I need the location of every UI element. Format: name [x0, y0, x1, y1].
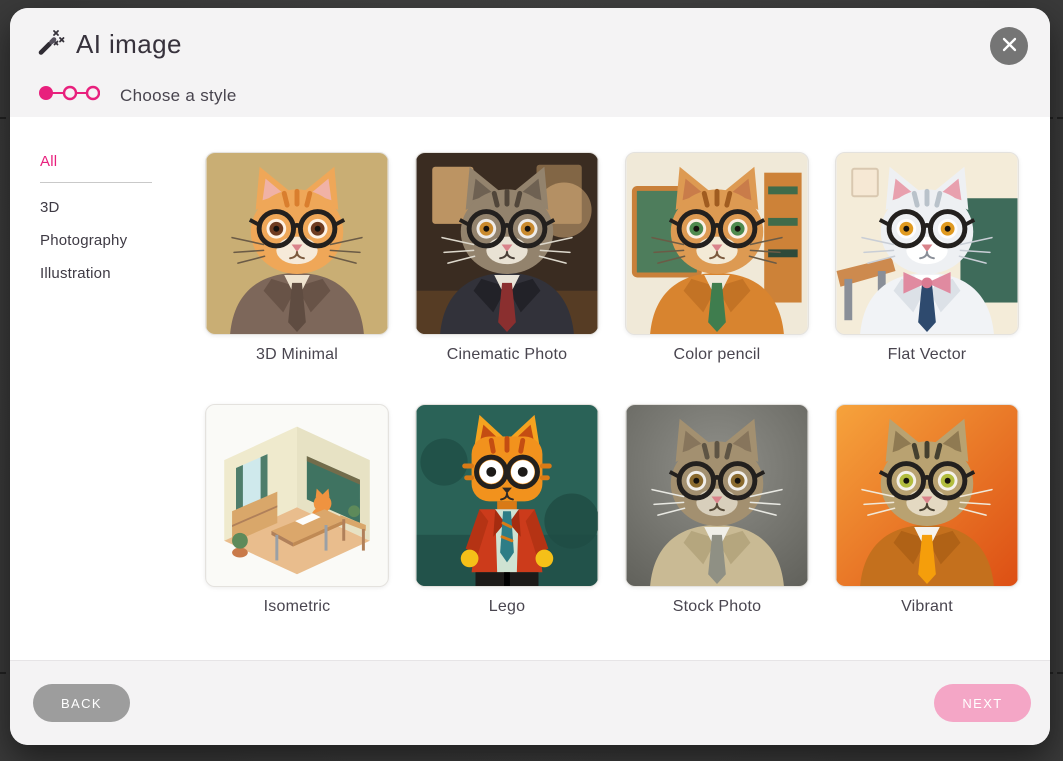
modal-footer: BACK NEXT — [10, 660, 1050, 745]
sidebar-divider — [40, 182, 152, 183]
style-label: Stock Photo — [625, 598, 809, 616]
style-label: Color pencil — [625, 346, 809, 364]
style-category-sidebar: All 3D Photography Illustration — [10, 117, 205, 660]
style-label: Lego — [415, 598, 599, 616]
style-label: 3D Minimal — [205, 346, 389, 364]
modal-body: All 3D Photography Illustration 3D Minim… — [10, 117, 1050, 660]
style-card-isometric[interactable]: Isometric — [205, 404, 389, 616]
style-card-flat-vector[interactable]: Flat Vector — [835, 152, 1019, 364]
style-card-stock-photo[interactable]: Stock Photo — [625, 404, 809, 616]
style-label: Cinematic Photo — [415, 346, 599, 364]
ai-image-modal: AI image Choose a style — [10, 8, 1050, 745]
style-image-vibrant — [835, 404, 1019, 587]
back-button[interactable]: BACK — [33, 684, 130, 722]
sidebar-item-photography[interactable]: Photography — [40, 232, 205, 249]
style-card-color-pencil[interactable]: Color pencil — [625, 152, 809, 364]
step-title: Choose a style — [120, 86, 237, 106]
modal-title: AI image — [76, 29, 182, 60]
step-progress-indicator — [38, 85, 100, 106]
style-grid: 3D Minimal Cinematic Photo — [205, 117, 1050, 660]
next-button[interactable]: NEXT — [934, 684, 1031, 722]
style-card-lego[interactable]: Lego — [415, 404, 599, 616]
style-card-3d-minimal[interactable]: 3D Minimal — [205, 152, 389, 364]
sidebar-item-illustration[interactable]: Illustration — [40, 265, 205, 282]
style-label: Vibrant — [835, 598, 1019, 616]
style-card-vibrant[interactable]: Vibrant — [835, 404, 1019, 616]
close-icon — [1001, 36, 1018, 56]
style-image-isometric — [205, 404, 389, 587]
style-label: Isometric — [205, 598, 389, 616]
style-image-cinematic-photo — [415, 152, 599, 335]
close-button[interactable] — [990, 27, 1028, 65]
style-image-flat-vector — [835, 152, 1019, 335]
style-image-stock-photo — [625, 404, 809, 587]
modal-header: AI image Choose a style — [10, 8, 1050, 117]
style-image-lego — [415, 404, 599, 587]
magic-wand-icon — [38, 28, 66, 61]
sidebar-item-3d[interactable]: 3D — [40, 199, 205, 216]
style-image-3d-minimal — [205, 152, 389, 335]
style-label: Flat Vector — [835, 346, 1019, 364]
style-image-color-pencil — [625, 152, 809, 335]
sidebar-item-all[interactable]: All — [40, 153, 205, 170]
style-card-cinematic-photo[interactable]: Cinematic Photo — [415, 152, 599, 364]
